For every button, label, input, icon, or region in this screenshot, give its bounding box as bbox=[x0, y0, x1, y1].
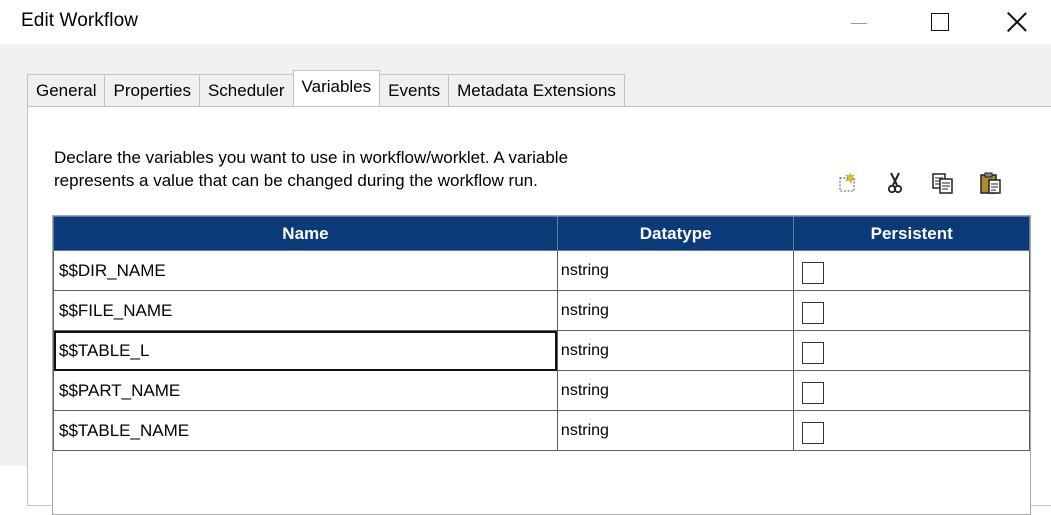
variables-grid: Name Datatype Persistent $$DIR_NAME nstr… bbox=[52, 215, 1031, 515]
variable-name-cell[interactable]: $$FILE_NAME bbox=[53, 290, 558, 331]
persistent-cell bbox=[793, 370, 1030, 411]
close-button[interactable] bbox=[990, 0, 1044, 44]
cut-icon bbox=[887, 172, 903, 194]
table-row[interactable]: $$FILE_NAME nstring bbox=[53, 290, 1030, 331]
table-row[interactable]: $$DIR_NAME nstring bbox=[53, 250, 1030, 291]
tab-metadata-extensions[interactable]: Metadata Extensions bbox=[448, 74, 625, 106]
tab-properties[interactable]: Properties bbox=[104, 74, 200, 106]
persistent-checkbox[interactable] bbox=[802, 381, 825, 404]
persistent-checkbox[interactable] bbox=[802, 421, 825, 444]
tab-variables[interactable]: Variables bbox=[292, 70, 381, 106]
variable-name-cell[interactable]: $$TABLE_L bbox=[53, 330, 558, 371]
maximize-icon bbox=[931, 13, 949, 31]
persistent-cell bbox=[793, 250, 1030, 291]
persistent-checkbox[interactable] bbox=[802, 261, 825, 284]
column-header-datatype[interactable]: Datatype bbox=[556, 216, 795, 251]
tab-strip: General Properties Scheduler Variables E… bbox=[27, 70, 625, 106]
new-row-icon bbox=[839, 172, 856, 192]
copy-icon bbox=[932, 173, 953, 194]
datatype-cell[interactable]: nstring bbox=[556, 250, 795, 291]
description-line-1: Declare the variables you want to use in… bbox=[54, 148, 569, 167]
persistent-cell bbox=[793, 330, 1030, 371]
table-row[interactable]: $$PART_NAME nstring bbox=[53, 370, 1030, 411]
datatype-cell[interactable]: nstring bbox=[556, 330, 795, 371]
variable-name-cell[interactable]: $$TABLE_NAME bbox=[53, 410, 558, 451]
minimize-icon bbox=[851, 22, 867, 24]
table-row[interactable]: $$TABLE_NAME nstring bbox=[53, 410, 1030, 451]
minimize-button[interactable] bbox=[832, 0, 886, 44]
description-line-2: represents a value that can be changed d… bbox=[54, 171, 538, 190]
persistent-checkbox[interactable] bbox=[802, 301, 825, 324]
tab-scheduler[interactable]: Scheduler bbox=[198, 74, 294, 106]
table-row[interactable]: $$TABLE_L nstring bbox=[53, 330, 1030, 371]
maximize-button[interactable] bbox=[913, 0, 967, 44]
dialog-body: General Properties Scheduler Variables E… bbox=[0, 44, 1051, 515]
paste-button[interactable] bbox=[972, 167, 1010, 199]
column-header-persistent[interactable]: Persistent bbox=[793, 216, 1030, 251]
close-icon bbox=[1007, 12, 1027, 32]
variable-name-cell[interactable]: $$PART_NAME bbox=[53, 370, 558, 411]
variables-description: Declare the variables you want to use in… bbox=[54, 146, 754, 192]
variable-name-cell[interactable]: $$DIR_NAME bbox=[53, 250, 558, 291]
cut-button[interactable] bbox=[876, 167, 914, 199]
datatype-cell[interactable]: nstring bbox=[556, 410, 795, 451]
tab-general[interactable]: General bbox=[27, 74, 106, 106]
variables-table: Name Datatype Persistent $$DIR_NAME nstr… bbox=[53, 216, 1030, 451]
persistent-checkbox[interactable] bbox=[802, 341, 825, 364]
header-row: Name Datatype Persistent bbox=[53, 216, 1030, 251]
datatype-cell[interactable]: nstring bbox=[556, 290, 795, 331]
persistent-cell bbox=[793, 410, 1030, 451]
title-bar: Edit Workflow bbox=[0, 0, 1051, 44]
copy-button[interactable] bbox=[924, 167, 962, 199]
tab-events[interactable]: Events bbox=[379, 74, 450, 106]
column-header-name[interactable]: Name bbox=[53, 216, 558, 251]
paste-icon bbox=[980, 172, 1001, 194]
window-title: Edit Workflow bbox=[21, 10, 139, 31]
datatype-cell[interactable]: nstring bbox=[556, 370, 795, 411]
variables-panel: Declare the variables you want to use in… bbox=[27, 106, 1051, 515]
persistent-cell bbox=[793, 290, 1030, 331]
new-row-button[interactable] bbox=[828, 167, 866, 199]
grid-toolbar bbox=[828, 167, 1010, 199]
